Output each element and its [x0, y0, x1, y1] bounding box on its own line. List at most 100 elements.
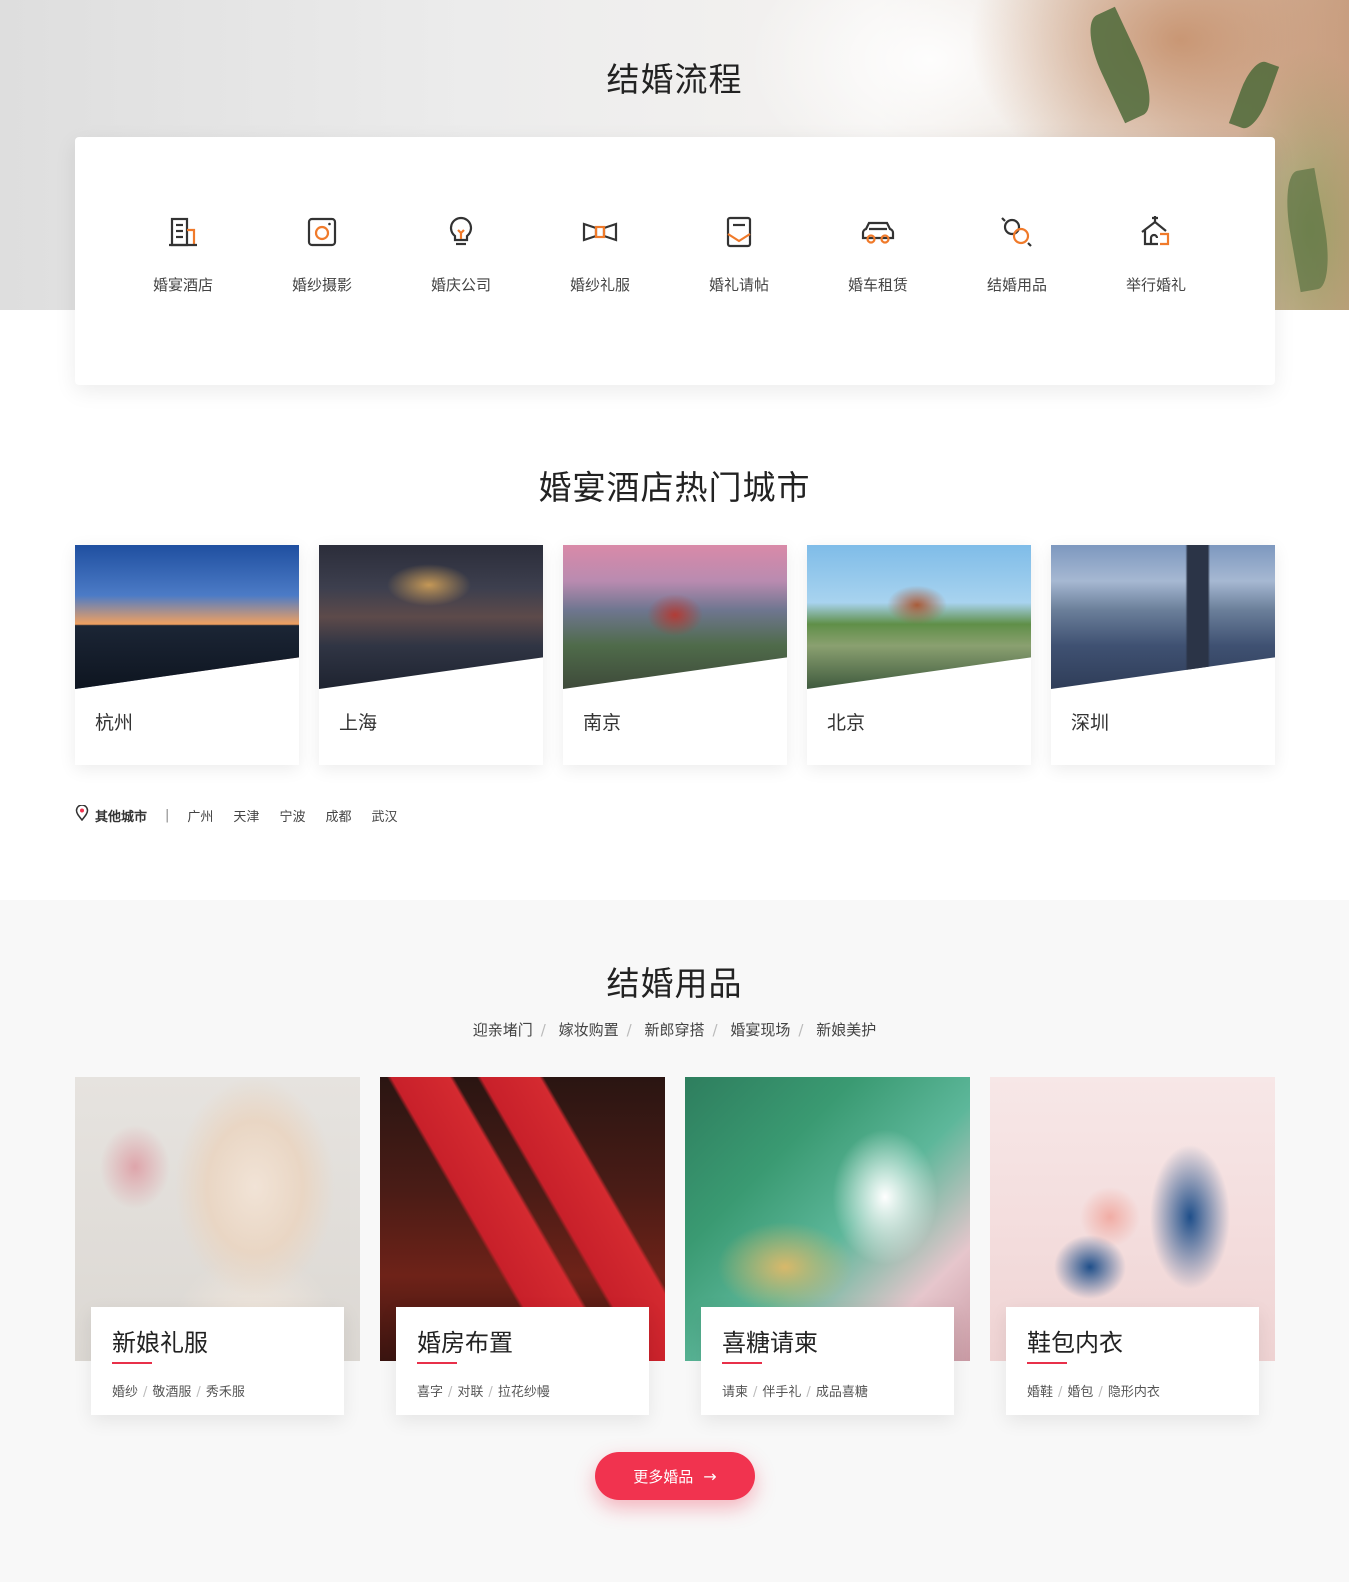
- process-label: 婚纱摄影: [291, 276, 352, 294]
- tag-separator: /: [448, 1385, 453, 1400]
- supply-tab[interactable]: 新郎穿搭: [644, 1021, 704, 1039]
- product-info-card: 鞋包内衣 婚鞋 / 婚包 / 隐形内衣: [1006, 1307, 1259, 1415]
- other-cities-separator: |: [165, 807, 170, 823]
- tag-separator: /: [753, 1385, 758, 1400]
- invitation-icon: [669, 212, 809, 252]
- city-photo: [807, 545, 1031, 689]
- supplies-title: 结婚用品: [606, 964, 743, 1003]
- title-underline: [112, 1362, 152, 1364]
- product-tags: 婚纱 / 敬酒服 / 秀禾服: [112, 1381, 245, 1400]
- product-title: 鞋包内衣: [1027, 1329, 1123, 1357]
- city-card-shanghai[interactable]: 上海: [319, 545, 543, 765]
- product-tag[interactable]: 婚鞋: [1027, 1385, 1053, 1400]
- process-label: 婚庆公司: [430, 276, 491, 294]
- city-photo: [1051, 545, 1275, 689]
- chapel-icon: [1086, 212, 1226, 252]
- process-item-dress[interactable]: 婚纱礼服: [530, 212, 670, 295]
- candy-icon: [947, 212, 1087, 252]
- city-name: 杭州: [95, 712, 134, 734]
- process-item-photography[interactable]: 婚纱摄影: [252, 212, 392, 295]
- city-card-hangzhou[interactable]: 杭州: [75, 545, 299, 765]
- product-tag[interactable]: 婚包: [1067, 1385, 1093, 1400]
- process-title: 结婚流程: [606, 60, 743, 99]
- tab-separator: /: [626, 1021, 632, 1039]
- other-city-link[interactable]: 天津: [233, 806, 259, 825]
- product-tag[interactable]: 婚纱: [112, 1385, 138, 1400]
- process-item-invitation[interactable]: 婚礼请帖: [669, 212, 809, 295]
- product-tags: 喜字 / 对联 / 拉花纱幔: [417, 1381, 550, 1400]
- supply-tab[interactable]: 婚宴现场: [730, 1021, 790, 1039]
- title-underline: [417, 1362, 457, 1364]
- product-tag[interactable]: 敬酒服: [152, 1385, 191, 1400]
- product-tag[interactable]: 成品喜糖: [816, 1385, 868, 1400]
- process-card: 婚宴酒店 婚纱摄影 婚庆公司 婚纱礼服 婚礼请帖 婚车租赁 结婚用品 举行婚礼: [75, 137, 1275, 385]
- product-tag[interactable]: 请柬: [722, 1385, 748, 1400]
- process-label: 婚礼请帖: [708, 276, 769, 294]
- product-tag[interactable]: 伴手礼: [762, 1385, 801, 1400]
- city-name: 深圳: [1071, 712, 1110, 734]
- title-underline: [722, 1362, 762, 1364]
- process-item-wedding-company[interactable]: 婚庆公司: [391, 212, 531, 295]
- other-cities-label: 其他城市: [95, 809, 148, 825]
- tag-separator: /: [806, 1385, 811, 1400]
- city-card-beijing[interactable]: 北京: [807, 545, 1031, 765]
- tag-separator: /: [143, 1385, 148, 1400]
- product-card-candy-invitation[interactable]: 喜糖请柬 请柬 / 伴手礼 / 成品喜糖: [685, 1077, 970, 1417]
- product-tag[interactable]: 对联: [457, 1385, 483, 1400]
- product-info-card: 新娘礼服 婚纱 / 敬酒服 / 秀禾服: [91, 1307, 344, 1415]
- product-card-shoes-bags[interactable]: 鞋包内衣 婚鞋 / 婚包 / 隐形内衣: [990, 1077, 1275, 1417]
- city-name: 南京: [583, 712, 622, 734]
- city-card-shenzhen[interactable]: 深圳: [1051, 545, 1275, 765]
- process-label: 婚宴酒店: [152, 276, 213, 294]
- location-pin-icon: [75, 804, 95, 825]
- product-title: 婚房布置: [417, 1329, 513, 1357]
- supply-tab[interactable]: 嫁妆购置: [559, 1021, 619, 1039]
- city-name: 上海: [339, 712, 378, 734]
- bowtie-icon: [530, 212, 670, 252]
- more-products-button[interactable]: 更多婚品 →: [595, 1452, 755, 1500]
- camera-icon: [252, 212, 392, 252]
- tag-separator: /: [196, 1385, 201, 1400]
- product-tag[interactable]: 秀禾服: [206, 1385, 245, 1400]
- process-label: 结婚用品: [986, 276, 1047, 294]
- supply-tab[interactable]: 新娘美护: [816, 1021, 876, 1039]
- other-city-link[interactable]: 成都: [325, 806, 351, 825]
- product-card-bridal-dress[interactable]: 新娘礼服 婚纱 / 敬酒服 / 秀禾服: [75, 1077, 360, 1417]
- product-tag[interactable]: 隐形内衣: [1108, 1385, 1160, 1400]
- product-tags: 婚鞋 / 婚包 / 隐形内衣: [1027, 1381, 1160, 1400]
- tag-separator: /: [488, 1385, 493, 1400]
- supply-tabs: 迎亲堵门 / 嫁妆购置 / 新郎穿搭 / 婚宴现场 / 新娘美护: [0, 1019, 1349, 1040]
- supply-tab[interactable]: 迎亲堵门: [473, 1021, 533, 1039]
- leaf-decoration: [1279, 167, 1336, 293]
- product-title: 喜糖请柬: [722, 1329, 818, 1357]
- product-tags: 请柬 / 伴手礼 / 成品喜糖: [722, 1381, 868, 1400]
- process-item-ceremony[interactable]: 举行婚礼: [1086, 212, 1226, 295]
- tag-separator: /: [1058, 1385, 1063, 1400]
- process-item-supplies[interactable]: 结婚用品: [947, 212, 1087, 295]
- process-label: 举行婚礼: [1125, 276, 1186, 294]
- other-city-link[interactable]: 武汉: [371, 806, 397, 825]
- lightbulb-icon: [391, 212, 531, 252]
- other-cities: 其他城市 | 广州 天津 宁波 成都 武汉: [75, 804, 417, 825]
- product-tag[interactable]: 拉花纱幔: [498, 1385, 550, 1400]
- other-city-link[interactable]: 宁波: [279, 806, 305, 825]
- product-card-room-decor[interactable]: 婚房布置 喜字 / 对联 / 拉花纱幔: [380, 1077, 665, 1417]
- process-label: 婚车租赁: [847, 276, 908, 294]
- city-photo: [563, 545, 787, 689]
- product-info-card: 婚房布置 喜字 / 对联 / 拉花纱幔: [396, 1307, 649, 1415]
- process-item-hotel[interactable]: 婚宴酒店: [113, 212, 253, 295]
- tab-separator: /: [798, 1021, 804, 1039]
- product-info-card: 喜糖请柬 请柬 / 伴手礼 / 成品喜糖: [701, 1307, 954, 1415]
- product-tag[interactable]: 喜字: [417, 1385, 443, 1400]
- city-photo: [319, 545, 543, 689]
- title-underline: [1027, 1362, 1067, 1364]
- hotel-icon: [113, 212, 253, 252]
- tag-separator: /: [1098, 1385, 1103, 1400]
- arrow-right-icon: →: [703, 1466, 717, 1486]
- other-city-link[interactable]: 广州: [187, 806, 213, 825]
- process-item-car-rental[interactable]: 婚车租赁: [808, 212, 948, 295]
- city-card-nanjing[interactable]: 南京: [563, 545, 787, 765]
- more-products-label: 更多婚品: [633, 1467, 694, 1486]
- car-icon: [808, 212, 948, 252]
- process-label: 婚纱礼服: [569, 276, 630, 294]
